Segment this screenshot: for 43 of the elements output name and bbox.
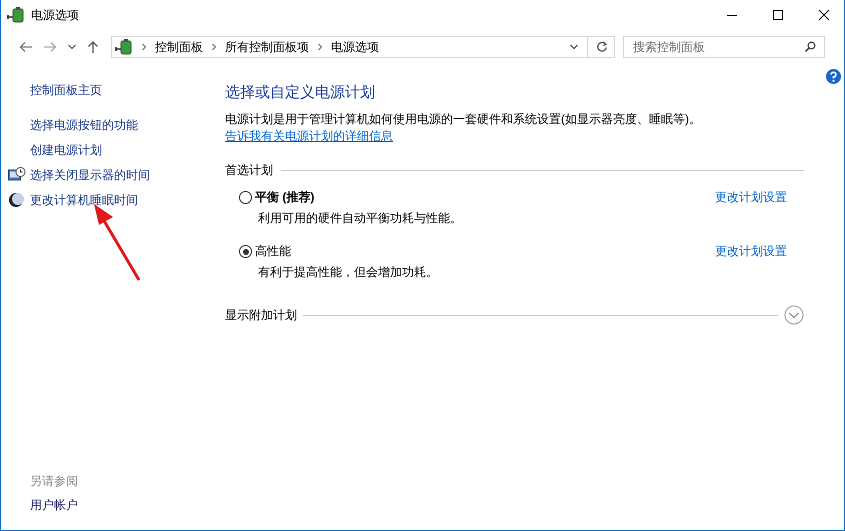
sidebar-link[interactable]: 用户帐户 — [30, 496, 78, 514]
refresh-icon[interactable] — [596, 41, 608, 53]
caret-icon[interactable] — [569, 43, 579, 51]
breadcrumb[interactable]: 所有控制面板项 — [225, 38, 309, 56]
change-plan-link[interactable]: 更改计划设置 — [715, 243, 787, 260]
plan-description: 利用可用的硬件自动平衡功耗与性能。 — [258, 210, 462, 227]
radio-button[interactable] — [239, 245, 252, 258]
page-title: 选择或自定义电源计划 — [225, 83, 375, 103]
description: 电源计划是用于管理计算机如何使用电源的一套硬件和系统设置(如显示器亮度、睡眠等)。 告诉我有关电源计划的详细信息 — [225, 111, 702, 145]
back-arrow-icon[interactable] — [19, 41, 33, 53]
sidebar-link[interactable]: 更改计算机睡眠时间 — [30, 191, 138, 209]
breadcrumb[interactable]: 电源选项 — [331, 38, 379, 56]
expand-chevron-icon[interactable] — [784, 305, 804, 325]
sidebar-link[interactable]: 创建电源计划 — [30, 141, 102, 159]
maximize-icon[interactable] — [772, 9, 784, 21]
battery-plug-icon — [115, 39, 133, 55]
monitor-clock-icon — [8, 167, 26, 183]
window-title: 电源选项 — [31, 6, 79, 24]
chevron-right-icon — [211, 43, 217, 51]
search-icon[interactable] — [804, 41, 816, 53]
radio-button[interactable] — [239, 191, 252, 204]
plan-description: 有利于提高性能，但会增加功耗。 — [258, 264, 438, 281]
close-icon[interactable] — [818, 9, 830, 21]
section-heading: 另请参阅 — [30, 473, 78, 490]
sidebar-link[interactable]: 选择关闭显示器的时间 — [30, 166, 150, 184]
sidebar-link[interactable]: 控制面板主页 — [30, 81, 102, 99]
address-bar[interactable]: 控制面板 所有控制面板项 电源选项 — [111, 36, 615, 58]
chevron-right-icon — [317, 43, 323, 51]
plan-name: 高性能 — [255, 243, 291, 260]
up-arrow-icon[interactable] — [87, 40, 99, 54]
change-plan-link[interactable]: 更改计划设置 — [715, 189, 787, 206]
breadcrumb[interactable]: 控制面板 — [155, 38, 203, 56]
section-heading: 首选计划 — [225, 162, 273, 179]
search-field[interactable]: 搜索控制面板 — [623, 36, 825, 58]
section-heading[interactable]: 显示附加计划 — [225, 306, 297, 324]
moon-icon — [8, 192, 24, 208]
chevron-right-icon — [141, 43, 147, 51]
plan-name: 平衡 (推荐) — [255, 189, 314, 206]
caret-icon[interactable] — [67, 43, 77, 51]
help-link[interactable]: 告诉我有关电源计划的详细信息 — [225, 129, 393, 143]
help-icon[interactable] — [826, 69, 841, 84]
sidebar-link[interactable]: 选择电源按钮的功能 — [30, 116, 138, 134]
battery-plug-icon — [7, 7, 25, 23]
